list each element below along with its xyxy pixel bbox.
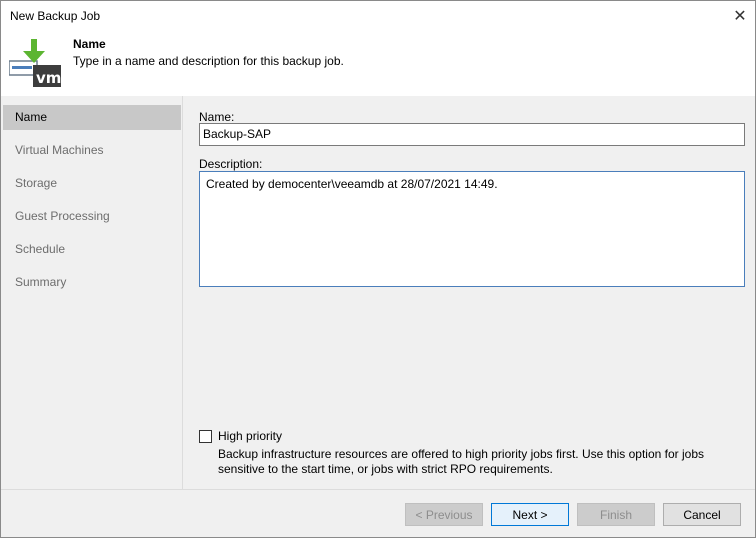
name-input[interactable]: Backup-SAP	[199, 123, 745, 146]
vm-backup-icon: vm	[9, 39, 61, 87]
close-icon[interactable]: ✕	[725, 1, 755, 31]
cancel-button[interactable]: Cancel	[663, 503, 741, 526]
high-priority-description: Backup infrastructure resources are offe…	[218, 447, 705, 476]
sidebar-item-virtual-machines[interactable]: Virtual Machines	[3, 138, 181, 163]
sidebar-item-guest-processing[interactable]: Guest Processing	[3, 204, 181, 229]
finish-button[interactable]: Finish	[577, 503, 655, 526]
wizard-header: vm Name Type in a name and description f…	[1, 31, 755, 96]
name-label: Name:	[199, 110, 235, 124]
wizard-steps: Name Virtual Machines Storage Guest Proc…	[1, 96, 183, 489]
window-title: New Backup Job	[10, 9, 101, 23]
wizard-footer: < Previous Next > Finish Cancel	[1, 489, 755, 537]
sidebar-item-name[interactable]: Name	[3, 105, 181, 130]
high-priority-checkbox[interactable]	[199, 430, 212, 443]
titlebar: New Backup Job ✕	[1, 1, 755, 31]
description-input[interactable]: Created by democenter\veeamdb at 28/07/2…	[199, 171, 745, 287]
new-backup-job-window: New Backup Job ✕ vm Name Type in a name …	[0, 0, 756, 538]
svg-text:vm: vm	[36, 69, 61, 87]
sidebar-item-schedule[interactable]: Schedule	[3, 237, 181, 262]
description-label: Description:	[199, 157, 263, 171]
previous-button[interactable]: < Previous	[405, 503, 483, 526]
sidebar-item-storage[interactable]: Storage	[3, 171, 181, 196]
sidebar-item-summary[interactable]: Summary	[3, 270, 181, 295]
next-button[interactable]: Next >	[491, 503, 569, 526]
page-subtitle: Type in a name and description for this …	[73, 54, 344, 68]
high-priority-label[interactable]: High priority	[218, 429, 282, 443]
wizard-content: Name: Backup-SAP Description: Created by…	[183, 96, 755, 489]
page-title: Name	[73, 37, 106, 51]
